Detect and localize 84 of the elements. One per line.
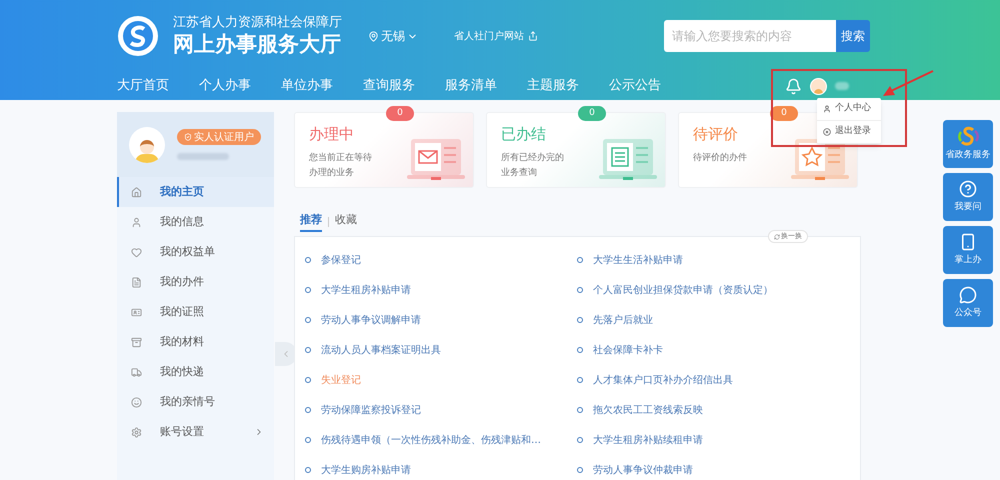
home-icon: [131, 186, 142, 198]
sidebar-item[interactable]: 我的快递: [117, 357, 274, 387]
redacted-username: [177, 153, 229, 160]
side-service-button[interactable]: 我要问: [943, 173, 993, 221]
city-selector[interactable]: 无锡: [368, 27, 418, 45]
nav-tab[interactable]: 查询服务: [363, 76, 445, 96]
site-title: 网上办事服务大厅: [173, 31, 342, 57]
service-link[interactable]: 拖欠农民工工资线索反映: [577, 395, 857, 425]
user-avatar[interactable]: [810, 78, 827, 94]
count-badge: 0: [386, 106, 414, 121]
card-description: 业务查询: [501, 166, 538, 180]
search-field[interactable]: 请输入您要搜索的内容: [664, 20, 836, 52]
card-description: 办理的业务: [309, 166, 355, 180]
service-link[interactable]: 失业登记: [305, 365, 577, 395]
refresh-icon: [774, 234, 780, 240]
nav-tab[interactable]: 服务清单: [445, 76, 527, 96]
sidebar-item[interactable]: 账号设置: [117, 417, 274, 447]
count-badge: 0: [770, 106, 798, 121]
service-link[interactable]: 先落户后就业: [577, 305, 857, 335]
service-link[interactable]: 大学生购房补贴申请: [305, 455, 577, 480]
content-tab[interactable]: 推荐: [300, 212, 322, 232]
share-icon: [528, 31, 538, 41]
checklist-monitor-icon: [599, 137, 657, 183]
card-description: 待评价的办件: [693, 152, 747, 165]
truck-icon: [131, 366, 142, 378]
close-circle-icon: [823, 128, 831, 136]
nav-tab[interactable]: 个人办事: [199, 76, 281, 96]
card-description: 您当前正在等待: [309, 152, 372, 165]
phone-icon: [959, 232, 977, 251]
person-icon: [823, 105, 831, 113]
avatar-figure: [129, 126, 165, 162]
smile-icon: [131, 396, 142, 408]
dropdown-menu-item[interactable]: 个人中心: [817, 98, 881, 121]
side-service-button[interactable]: 省政务服务: [943, 120, 993, 168]
nav-tab[interactable]: 大厅首页: [117, 76, 199, 96]
id-card-icon: [131, 306, 142, 318]
card-description: 所有已经办完的: [501, 152, 564, 165]
service-link[interactable]: 大学生租房补贴续租申请: [577, 425, 857, 455]
heart-icon: [131, 246, 142, 258]
verified-user-badge: 实人认证用户: [177, 129, 261, 145]
service-link[interactable]: 大学生租房补贴申请: [305, 275, 577, 305]
gear-icon: [131, 426, 142, 438]
card-title: 办理中: [309, 125, 355, 143]
side-service-button[interactable]: 公众号: [943, 279, 993, 327]
sidebar-item[interactable]: 我的材料: [117, 327, 274, 357]
sidebar-item[interactable]: 我的证照: [117, 297, 274, 327]
person-icon: [131, 216, 142, 228]
portal-link[interactable]: 省人社门户网站: [454, 28, 538, 44]
service-link[interactable]: 流动人员人事档案证明出具: [305, 335, 577, 365]
service-link[interactable]: 参保登记: [305, 245, 577, 275]
sidebar-item[interactable]: 我的权益单: [117, 237, 274, 267]
nav-tab[interactable]: 主题服务: [527, 76, 609, 96]
service-link[interactable]: 大学生生活补贴申请: [577, 245, 857, 275]
logo-icon: [117, 15, 159, 57]
question-icon: [959, 180, 977, 198]
sidebar-item[interactable]: 我的主页: [117, 177, 274, 207]
org-name: 江苏省人力资源和社会保障厅: [173, 15, 342, 31]
shield-icon: [184, 133, 192, 141]
document-icon: [131, 276, 142, 288]
service-link[interactable]: 劳动保障监察投诉登记: [305, 395, 577, 425]
service-link[interactable]: 人才集体户口页补办介绍信出具: [577, 365, 857, 395]
sidebar-item[interactable]: 我的信息: [117, 207, 274, 237]
search-button[interactable]: 搜索: [836, 20, 870, 52]
sidebar-item[interactable]: 我的办件: [117, 267, 274, 297]
card-title: 待评价: [693, 125, 739, 143]
location-pin-icon: [368, 30, 379, 42]
content-tab[interactable]: 收藏: [335, 212, 357, 232]
notification-bell-icon[interactable]: [785, 78, 802, 94]
annotation-arrow: [881, 69, 935, 99]
nav-tab[interactable]: 公示公告: [609, 76, 691, 96]
service-link[interactable]: 社会保障卡补卡: [577, 335, 857, 365]
envelope-monitor-icon: [407, 137, 465, 183]
sidebar-item[interactable]: 我的亲情号: [117, 387, 274, 417]
service-link[interactable]: 伤残待遇申领（一次性伤残补助金、伤残津贴和…: [305, 425, 577, 455]
nav-tab[interactable]: 单位办事: [281, 76, 363, 96]
count-badge: 0: [578, 106, 606, 121]
redacted-username: [835, 82, 849, 90]
swirl-logo-icon: [955, 126, 981, 146]
card-title: 已办结: [501, 125, 547, 143]
archive-icon: [131, 336, 142, 348]
service-link[interactable]: 劳动人事争议仲裁申请: [577, 455, 857, 480]
side-service-button[interactable]: 掌上办: [943, 226, 993, 274]
service-link[interactable]: 个人富民创业担保贷款申请（资质认定）: [577, 275, 857, 305]
service-link[interactable]: 劳动人事争议调解申请: [305, 305, 577, 335]
